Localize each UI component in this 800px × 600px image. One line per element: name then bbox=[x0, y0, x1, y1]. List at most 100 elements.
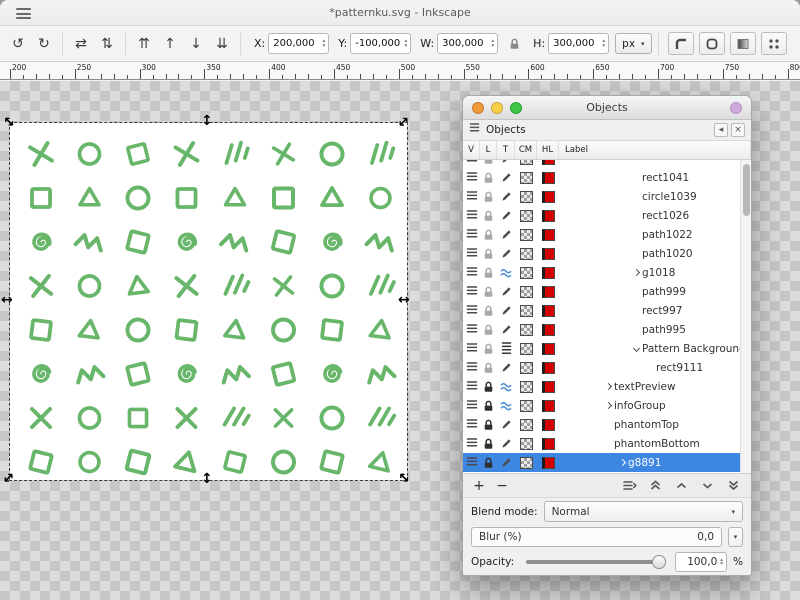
highlight-swatch[interactable] bbox=[537, 381, 559, 393]
lock-toggle-icon[interactable] bbox=[480, 438, 497, 450]
highlight-swatch[interactable] bbox=[537, 286, 559, 298]
object-row-path1022[interactable]: path1022 bbox=[463, 225, 740, 244]
column-clip-mask[interactable]: CM bbox=[515, 141, 537, 159]
clip-mask-swatch[interactable] bbox=[515, 457, 537, 469]
highlight-swatch[interactable] bbox=[537, 457, 559, 469]
visibility-toggle-icon[interactable] bbox=[463, 456, 480, 468]
visibility-toggle-icon[interactable] bbox=[463, 285, 480, 297]
object-row-rect1026[interactable]: rect1026 bbox=[463, 206, 740, 225]
visibility-toggle-icon[interactable] bbox=[463, 247, 480, 259]
lock-toggle-icon[interactable] bbox=[480, 248, 497, 260]
lock-toggle-icon[interactable] bbox=[480, 267, 497, 279]
type-icon[interactable] bbox=[497, 268, 515, 278]
selection-handle-e[interactable]: ↔ bbox=[398, 293, 410, 307]
object-row-Pattern Background[interactable]: Pattern Background bbox=[463, 339, 740, 358]
highlight-swatch[interactable] bbox=[537, 172, 559, 184]
lock-toggle-icon[interactable] bbox=[480, 362, 497, 374]
lock-toggle-icon[interactable] bbox=[480, 400, 497, 412]
object-row-g1018[interactable]: g1018 bbox=[463, 263, 740, 282]
expander-icon[interactable] bbox=[603, 403, 614, 408]
clip-mask-swatch[interactable] bbox=[515, 324, 537, 336]
type-icon[interactable] bbox=[497, 248, 515, 259]
spinner-icon[interactable]: ▴▾ bbox=[322, 39, 326, 48]
unit-selector[interactable]: px▾ bbox=[615, 33, 651, 54]
minimize-window-button[interactable] bbox=[491, 102, 503, 114]
type-icon[interactable] bbox=[497, 191, 515, 202]
clip-mask-swatch[interactable] bbox=[515, 160, 537, 165]
scale-rounded-corners-toggle[interactable] bbox=[699, 32, 725, 55]
clip-mask-swatch[interactable] bbox=[515, 419, 537, 431]
type-icon[interactable] bbox=[497, 382, 515, 392]
blend-mode-select[interactable]: Normal ▾ bbox=[544, 501, 743, 522]
remove-object-button[interactable]: − bbox=[495, 479, 509, 493]
highlight-swatch[interactable] bbox=[537, 324, 559, 336]
lower-to-bottom-button[interactable]: ⇊ bbox=[210, 32, 234, 56]
clip-mask-swatch[interactable] bbox=[515, 438, 537, 450]
clip-mask-swatch[interactable] bbox=[515, 286, 537, 298]
clip-mask-swatch[interactable] bbox=[515, 343, 537, 355]
type-icon[interactable] bbox=[497, 229, 515, 240]
object-row-rect1041[interactable]: rect1041 bbox=[463, 168, 740, 187]
column-label[interactable]: Label bbox=[559, 141, 751, 159]
column-type[interactable]: T bbox=[497, 141, 515, 159]
visibility-toggle-icon[interactable] bbox=[463, 266, 480, 278]
highlight-swatch[interactable] bbox=[537, 419, 559, 431]
type-icon[interactable] bbox=[497, 305, 515, 316]
y-input[interactable]: -100,000▴▾ bbox=[350, 33, 411, 54]
expander-icon[interactable] bbox=[631, 270, 642, 275]
highlight-swatch[interactable] bbox=[537, 229, 559, 241]
horizontal-ruler[interactable]: 200250300350400450500550600650700750800 bbox=[0, 62, 800, 80]
visibility-toggle-icon[interactable] bbox=[463, 304, 480, 316]
column-lock[interactable]: L bbox=[480, 141, 497, 159]
lock-toggle-icon[interactable] bbox=[480, 191, 497, 203]
object-row-g8891[interactable]: g8891 bbox=[463, 453, 740, 472]
type-icon[interactable] bbox=[497, 172, 515, 183]
dock-dialog-button[interactable]: ◂ bbox=[714, 123, 728, 137]
clip-mask-swatch[interactable] bbox=[515, 172, 537, 184]
tree-scrollbar[interactable] bbox=[740, 160, 751, 473]
type-icon[interactable] bbox=[497, 438, 515, 449]
type-icon[interactable] bbox=[497, 362, 515, 373]
visibility-toggle-icon[interactable] bbox=[463, 342, 480, 354]
highlight-swatch[interactable] bbox=[537, 267, 559, 279]
clip-mask-swatch[interactable] bbox=[515, 229, 537, 241]
visibility-toggle-icon[interactable] bbox=[463, 171, 480, 183]
move-gradients-toggle[interactable] bbox=[730, 32, 756, 55]
clip-mask-swatch[interactable] bbox=[515, 381, 537, 393]
object-row-path995[interactable]: path995 bbox=[463, 320, 740, 339]
clip-mask-swatch[interactable] bbox=[515, 400, 537, 412]
objects-panel-titlebar[interactable]: Objects bbox=[463, 96, 751, 120]
visibility-toggle-icon[interactable] bbox=[463, 160, 480, 165]
lock-toggle-icon[interactable] bbox=[480, 343, 497, 355]
lock-toggle-icon[interactable] bbox=[480, 419, 497, 431]
x-input[interactable]: 200,000▴▾ bbox=[268, 33, 329, 54]
visibility-toggle-icon[interactable] bbox=[463, 361, 480, 373]
zoom-window-button[interactable] bbox=[510, 102, 522, 114]
highlight-swatch[interactable] bbox=[537, 160, 559, 165]
lower-icon[interactable] bbox=[699, 478, 716, 494]
type-icon[interactable] bbox=[497, 324, 515, 335]
column-visibility[interactable]: V bbox=[463, 141, 480, 159]
clip-mask-swatch[interactable] bbox=[515, 305, 537, 317]
raise-button[interactable]: ↑ bbox=[158, 32, 182, 56]
w-input[interactable]: 300,000▴▾ bbox=[437, 33, 498, 54]
selection-handle-w[interactable]: ↔ bbox=[1, 293, 13, 307]
visibility-toggle-icon[interactable] bbox=[463, 209, 480, 221]
object-row-circle1039[interactable]: circle1039 bbox=[463, 187, 740, 206]
highlight-swatch[interactable] bbox=[537, 248, 559, 260]
object-row-rect9111[interactable]: rect9111 bbox=[463, 358, 740, 377]
highlight-swatch[interactable] bbox=[537, 400, 559, 412]
add-object-button[interactable]: + bbox=[472, 479, 486, 493]
visibility-toggle-icon[interactable] bbox=[463, 323, 480, 335]
type-icon[interactable] bbox=[497, 401, 515, 411]
pattern-page[interactable] bbox=[10, 123, 407, 480]
highlight-swatch[interactable] bbox=[537, 191, 559, 203]
type-icon[interactable] bbox=[497, 210, 515, 221]
tree-scrollbar-thumb[interactable] bbox=[743, 164, 750, 216]
spinner-icon[interactable]: ▴▾ bbox=[602, 39, 606, 48]
visibility-toggle-icon[interactable] bbox=[463, 418, 480, 430]
move-to-bottom-icon[interactable] bbox=[725, 478, 742, 494]
object-row-partial[interactable] bbox=[463, 160, 740, 168]
expander-icon[interactable] bbox=[631, 346, 642, 351]
type-icon[interactable] bbox=[497, 286, 515, 297]
